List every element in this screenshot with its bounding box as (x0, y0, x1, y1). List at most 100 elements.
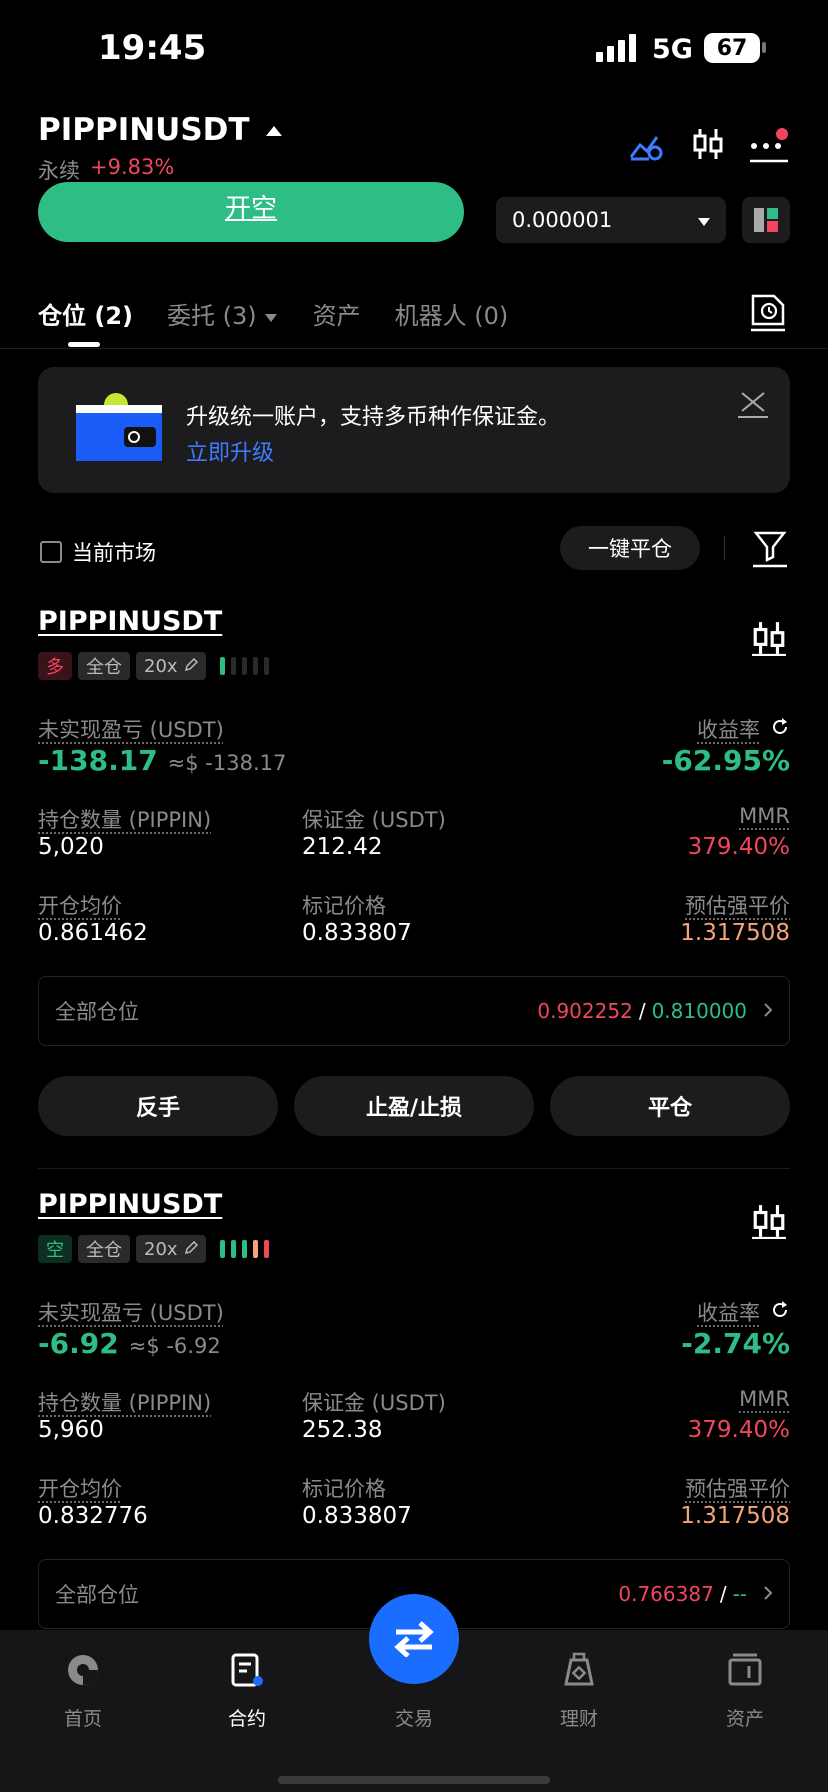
liq-label: 预估强平价 (685, 894, 790, 918)
pnl-label: 未实现盈亏 (USDT) (38, 718, 224, 742)
entry-value: 0.832776 (38, 1503, 148, 1529)
tpsl-slash: / (638, 999, 646, 1023)
mmr-value: 379.40% (687, 1417, 790, 1443)
leverage-badge[interactable]: 20x (136, 652, 206, 680)
caret-up-icon (265, 121, 282, 140)
layout-toggle-icon[interactable] (742, 197, 790, 243)
wallet-icon (704, 1648, 786, 1692)
edit-pencil-icon (184, 656, 198, 677)
reverse-button[interactable]: 反手 (38, 1076, 278, 1136)
tab-active-indicator (68, 342, 100, 347)
close-position-button[interactable]: 平仓 (550, 1076, 790, 1136)
close-all-button[interactable]: 一键平仓 (560, 526, 700, 570)
position-chart-icon[interactable] (752, 620, 786, 660)
side-badge: 空 (38, 1235, 72, 1263)
edit-pencil-icon (184, 1239, 198, 1260)
refresh-icon[interactable] (770, 717, 790, 741)
entry-label: 开仓均价 (38, 1477, 122, 1501)
tabs-divider (0, 348, 828, 349)
status-bar: 19:45 5G 67 (0, 0, 828, 100)
leverage-value: 20x (144, 1238, 178, 1260)
home-indicator (278, 1776, 550, 1784)
roe-label-row: 收益率 (697, 714, 790, 744)
upgrade-link[interactable]: 立即升级 (186, 435, 274, 467)
entry-label: 开仓均价 (38, 894, 122, 918)
mark-label: 标记价格 (302, 894, 386, 918)
signal-icon (596, 34, 638, 62)
position-chart-icon[interactable] (752, 1203, 786, 1243)
history-icon[interactable] (750, 294, 786, 332)
sl-price: 0.810000 (651, 999, 747, 1023)
nav-item-trade[interactable]: 交易 (369, 1594, 459, 1731)
tab-bots-label: 机器人 (0) (394, 302, 509, 330)
side-badge: 多 (38, 652, 72, 680)
current-market-filter[interactable]: 当前市场 (40, 537, 156, 567)
contract-type: 永续 (38, 159, 80, 183)
margin-label: 保证金 (USDT) (302, 1391, 446, 1415)
pnl-value: -6.92 (38, 1327, 119, 1360)
checkbox[interactable] (40, 541, 62, 563)
tab-positions[interactable]: 仓位 (2) (38, 296, 133, 347)
battery-icon: 67 (704, 33, 760, 63)
refresh-icon[interactable] (770, 1300, 790, 1324)
roe-value: -62.95% (661, 744, 790, 777)
tpsl-slash: / (719, 1582, 727, 1606)
pnl-row: -6.92 ≈$ -6.92 (38, 1327, 221, 1360)
open-short-button[interactable]: 开空 (38, 182, 464, 242)
tp-price: 0.766387 (618, 1582, 714, 1606)
tab-bots[interactable]: 机器人 (0) (395, 296, 509, 331)
tab-assets-label: 资产 (312, 302, 361, 330)
nav-label: 首页 (63, 1708, 102, 1730)
mark-value: 0.833807 (302, 1503, 412, 1529)
candlestick-chart-icon[interactable] (690, 126, 726, 162)
nav-item-contract[interactable]: 合约 (206, 1648, 288, 1731)
roe-label-row: 收益率 (697, 1297, 790, 1327)
margin-value: 252.38 (302, 1417, 383, 1443)
size-label: 持仓数量 (PIPPIN) (38, 1391, 212, 1415)
home-icon (42, 1648, 124, 1692)
position-symbol[interactable]: PIPPINUSDT (38, 606, 222, 637)
position-card: PIPPINUSDT 多 全仓 20x 未实现盈亏 (USDT) -138.17… (0, 600, 828, 1169)
margin-mode-badge: 全仓 (78, 652, 130, 680)
finance-icon (538, 1648, 620, 1692)
position-card: PIPPINUSDT 空 全仓 20x 未实现盈亏 (USDT) -6.92 ≈… (0, 1183, 828, 1633)
close-all-label: 一键平仓 (588, 537, 672, 561)
sl-price: -- (732, 1582, 747, 1606)
tab-assets[interactable]: 资产 (313, 296, 361, 331)
tpsl-button[interactable]: 止盈/止损 (294, 1076, 534, 1136)
wallet-illustration-icon (76, 393, 166, 467)
close-icon[interactable] (738, 389, 768, 423)
strategy-chart-icon[interactable] (628, 128, 664, 164)
position-tags: 空 全仓 20x (38, 1235, 269, 1263)
tab-orders[interactable]: 委托 (3) (167, 296, 277, 331)
leverage-value: 20x (144, 655, 178, 677)
more-menu-icon[interactable] (748, 126, 790, 166)
tpsl-values: 0.766387 / -- (618, 1582, 773, 1606)
roe-label: 收益率 (697, 1301, 760, 1325)
close-label: 平仓 (647, 1096, 692, 1121)
nav-item-assets[interactable]: 资产 (704, 1648, 786, 1731)
adl-indicator (219, 1240, 269, 1258)
tp-price: 0.902252 (537, 999, 633, 1023)
symbol-selector[interactable]: PIPPINUSDT (38, 112, 282, 148)
price-step-value: 0.000001 (512, 208, 613, 232)
position-symbol[interactable]: PIPPINUSDT (38, 1189, 222, 1220)
nav-label: 交易 (394, 1708, 433, 1730)
adl-indicator (219, 657, 269, 675)
price-step-select[interactable]: 0.000001 (496, 197, 726, 243)
battery-tip (762, 42, 766, 53)
nav-item-finance[interactable]: 理财 (538, 1648, 620, 1731)
bottom-nav: 首页 合约 交易 理财 资产 (0, 1594, 828, 1792)
pnl-row: -138.17 ≈$ -138.17 (38, 744, 286, 777)
tpsl-row[interactable]: 全部仓位 0.902252 / 0.810000 (38, 976, 790, 1046)
tab-positions-label: 仓位 (2) (38, 302, 133, 330)
nav-label: 资产 (725, 1708, 764, 1730)
nav-item-home[interactable]: 首页 (42, 1648, 124, 1731)
leverage-badge[interactable]: 20x (136, 1235, 206, 1263)
liq-label: 预估强平价 (685, 1477, 790, 1501)
pnl-usd: ≈$ -6.92 (128, 1334, 221, 1358)
size-label: 持仓数量 (PIPPIN) (38, 808, 212, 832)
roe-value: -2.74% (681, 1327, 790, 1360)
nav-label: 理财 (559, 1708, 598, 1730)
filter-funnel-icon[interactable] (752, 530, 788, 572)
